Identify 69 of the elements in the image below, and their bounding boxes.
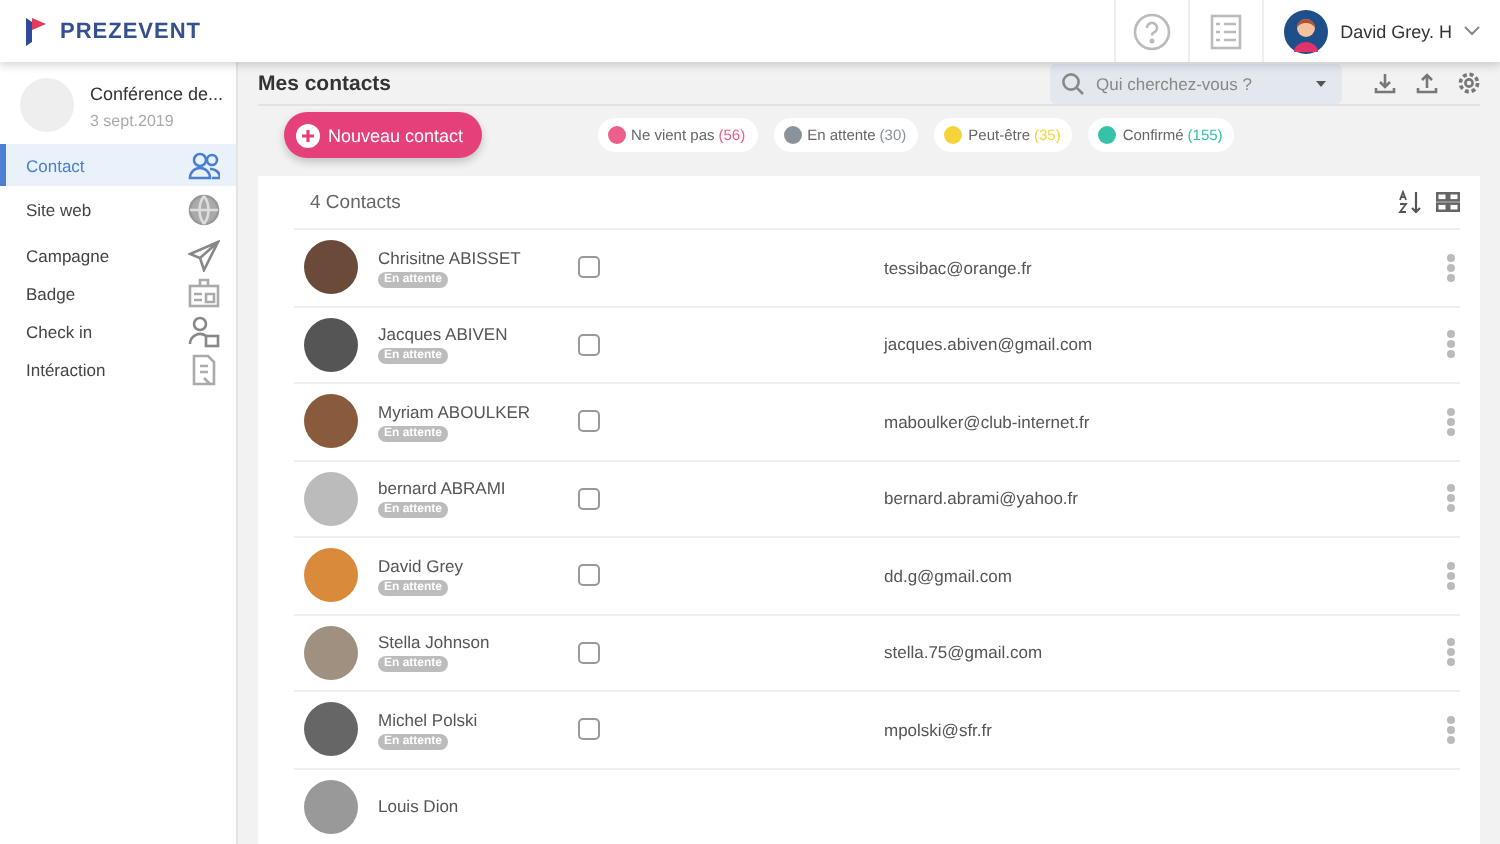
nav-paper-plane-icon [188, 239, 220, 271]
contact-email: jacques.abiven@gmail.com [884, 334, 1095, 355]
event-title: Conférence de... [90, 84, 224, 104]
more-options-icon[interactable] [1446, 484, 1456, 513]
avatar-placeholder [304, 702, 358, 757]
nav-document-icon [188, 353, 220, 385]
user-avatar[interactable] [1284, 9, 1329, 53]
checklist-icon[interactable] [1210, 13, 1243, 49]
contact-email: tessibac@orange.fr [884, 257, 1034, 278]
nav-user-check-icon [188, 315, 220, 347]
upload-icon[interactable] [1416, 72, 1438, 95]
help-icon[interactable] [1132, 11, 1173, 51]
contact-email: dd.g@gmail.com [884, 565, 1014, 586]
more-options-icon[interactable] [1446, 638, 1456, 667]
contact-name: bernard ABRAMI [378, 478, 506, 499]
row-checkbox[interactable] [578, 256, 600, 279]
nav-item[interactable]: Badge [0, 274, 236, 312]
more-options-icon[interactable] [1446, 330, 1456, 359]
download-icon[interactable] [1374, 72, 1396, 95]
avatar-placeholder [304, 625, 358, 680]
avatar-placeholder [304, 240, 358, 295]
more-options-icon[interactable] [1446, 561, 1456, 590]
row-checkbox[interactable] [578, 487, 600, 510]
row-checkbox[interactable] [578, 333, 600, 356]
nav-item[interactable]: Site web [0, 190, 236, 228]
contact-email: mpolski@sfr.fr [884, 719, 994, 740]
new-contact-button[interactable]: Nouveau contact [284, 112, 482, 159]
row-checkbox[interactable] [578, 718, 600, 741]
contact-name: Stella Johnson [378, 632, 490, 653]
contact-name: David Grey [378, 555, 464, 576]
caret-icon[interactable] [1464, 26, 1480, 36]
nav-item[interactable]: Contact [0, 144, 236, 186]
user-name[interactable]: David Grey. H [1340, 21, 1452, 41]
more-options-icon[interactable] [1446, 715, 1456, 744]
nav-item[interactable]: Intéraction [0, 350, 236, 388]
contact-name: Myriam ABOULKER [378, 401, 531, 422]
brand-name: PREZEVENT [60, 19, 202, 43]
plus-icon [296, 123, 320, 148]
contact-email: bernard.abrami@yahoo.fr [884, 488, 1080, 509]
grid-view-icon[interactable] [1436, 192, 1460, 212]
avatar-placeholder [304, 779, 358, 834]
page-title: Mes contacts [258, 71, 394, 96]
avatar-placeholder [304, 548, 358, 603]
contact-email: maboulker@club-internet.fr [884, 411, 1092, 432]
avatar-placeholder [304, 394, 358, 449]
nav-badge-icon [188, 277, 220, 309]
nav-contacts-icon [188, 149, 220, 181]
search-field[interactable]: Qui cherchez-vous ? [1050, 63, 1342, 104]
more-options-icon[interactable] [1446, 253, 1456, 282]
contact-name: Louis Dion [378, 796, 459, 817]
contact-email: stella.75@gmail.com [884, 642, 1045, 663]
nav-globe-icon [188, 193, 220, 225]
row-checkbox[interactable] [578, 564, 600, 587]
row-checkbox[interactable] [578, 410, 600, 433]
nav-item[interactable]: Campagne [0, 236, 236, 274]
avatar-placeholder [304, 317, 358, 372]
nav-item[interactable]: Check in [0, 312, 236, 350]
brand-logo-icon [24, 15, 48, 47]
sort-alphabetical-icon[interactable] [1398, 190, 1424, 214]
settings-icon[interactable] [1458, 72, 1480, 95]
row-checkbox[interactable] [578, 641, 600, 664]
contact-name: Jacques ABIVEN [378, 324, 508, 345]
caret-icon [1316, 80, 1326, 87]
more-options-icon[interactable] [1446, 407, 1456, 436]
contact-name: Chrisitne ABISSET [378, 247, 521, 268]
contact-name: Michel Polski [378, 709, 478, 730]
avatar-placeholder [304, 471, 358, 526]
contacts-count: 4 Contacts [310, 191, 401, 213]
event-date: 3 sept.2019 [90, 112, 176, 130]
